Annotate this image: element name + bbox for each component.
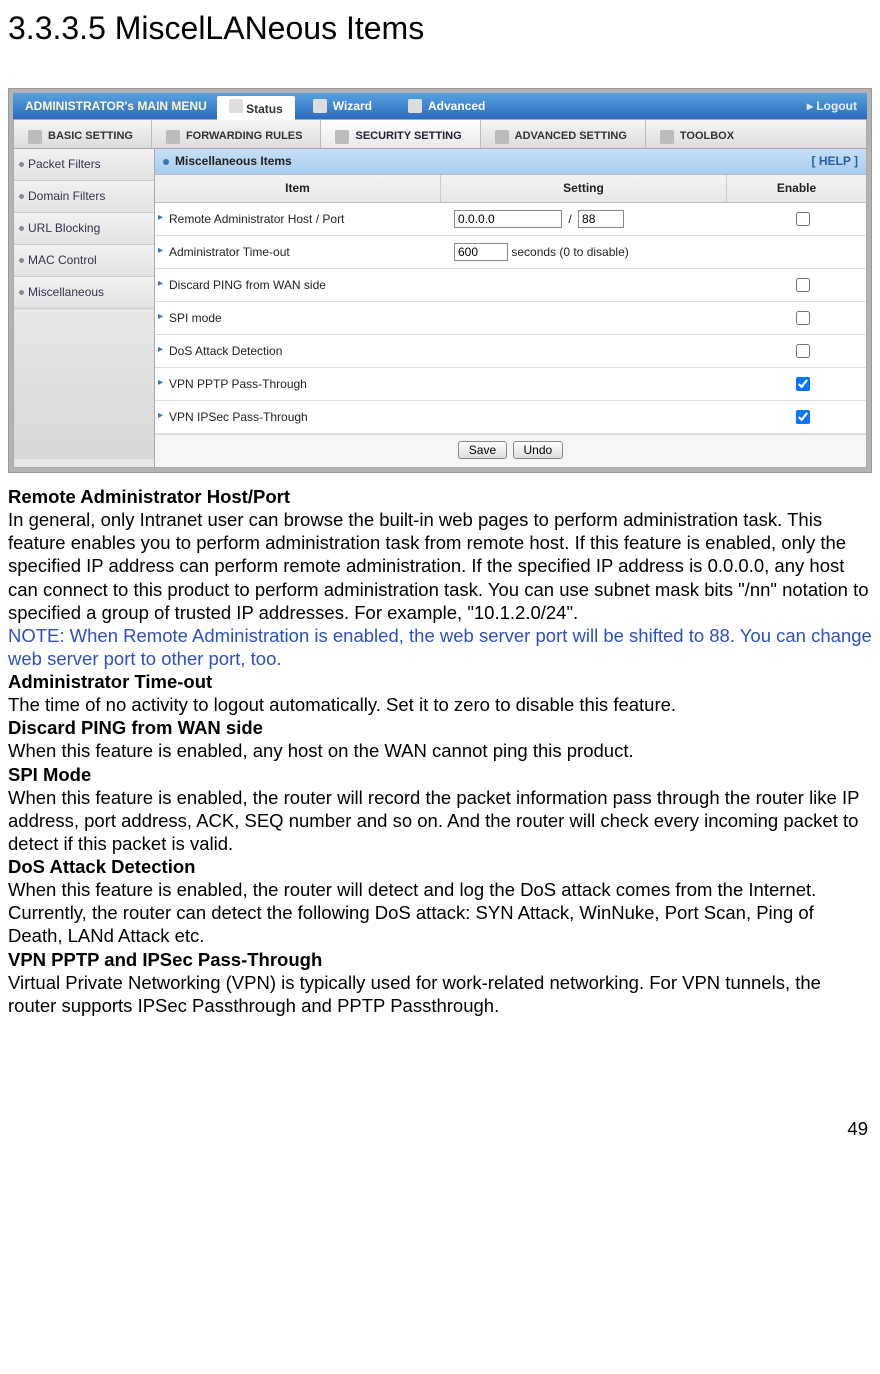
h-discard-ping: Discard PING from WAN side — [8, 716, 872, 739]
label-spi-mode: SPI mode — [155, 311, 454, 326]
misc-items-panel: Miscellaneous Items [ HELP ] Item Settin… — [155, 149, 867, 468]
col-setting: Setting — [440, 175, 726, 202]
p-spi-mode: When this feature is enabled, the router… — [8, 786, 872, 855]
subnav-security-label: SECURITY SETTING — [355, 130, 461, 144]
label-remote-admin: Remote Administrator Host / Port — [155, 212, 454, 227]
tab-wizard[interactable]: Wizard — [313, 99, 372, 114]
h-remote-admin: Remote Administrator Host/Port — [8, 485, 872, 508]
subnav-toolbox-label: TOOLBOX — [680, 130, 734, 144]
basic-icon — [28, 130, 42, 144]
subnav-adv-label: ADVANCED SETTING — [515, 130, 627, 144]
subnav-toolbox[interactable]: TOOLBOX — [646, 120, 752, 148]
remote-port-input[interactable] — [578, 210, 624, 228]
note-remote-admin: NOTE: When Remote Administration is enab… — [8, 624, 872, 670]
top-menu-bar: ADMINISTRATOR's MAIN MENU Status Wizard … — [13, 93, 867, 119]
wizard-icon — [313, 99, 327, 113]
vpn-pptp-checkbox[interactable] — [796, 377, 810, 391]
adv-icon — [495, 130, 509, 144]
p-vpn-pass: Virtual Private Networking (VPN) is typi… — [8, 971, 872, 1017]
remote-ip-input[interactable] — [454, 210, 562, 228]
label-vpn-pptp: VPN PPTP Pass-Through — [155, 377, 454, 392]
router-admin-screenshot: ADMINISTRATOR's MAIN MENU Status Wizard … — [8, 88, 872, 473]
explanatory-text: Remote Administrator Host/Port In genera… — [8, 485, 872, 1017]
label-dos-detect: DoS Attack Detection — [155, 344, 454, 359]
row-vpn-pptp: VPN PPTP Pass-Through — [155, 368, 866, 401]
remote-sep: / — [568, 212, 571, 226]
logout-label: Logout — [816, 99, 857, 113]
row-discard-ping: Discard PING from WAN side — [155, 269, 866, 302]
tab-advanced-label: Advanced — [428, 99, 485, 114]
tab-wizard-label: Wizard — [333, 99, 372, 114]
discard-ping-checkbox[interactable] — [796, 278, 810, 292]
row-spi-mode: SPI mode — [155, 302, 866, 335]
label-admin-timeout: Administrator Time-out — [155, 245, 454, 260]
page-number: 49 — [8, 1117, 872, 1140]
label-vpn-ipsec: VPN IPSec Pass-Through — [155, 410, 454, 425]
timeout-suffix: seconds (0 to disable) — [511, 245, 628, 259]
tab-advanced[interactable]: Advanced — [408, 99, 485, 114]
sidebar-item-domain-filters[interactable]: Domain Filters — [14, 181, 154, 213]
subnav-basic-setting[interactable]: BASIC SETTING — [14, 120, 152, 148]
sidebar-item-packet-filters[interactable]: Packet Filters — [14, 149, 154, 181]
h-spi-mode: SPI Mode — [8, 763, 872, 786]
h-admin-timeout: Administrator Time-out — [8, 670, 872, 693]
subnav-security-setting[interactable]: SECURITY SETTING — [321, 120, 480, 148]
subnav-forwarding-rules[interactable]: FORWARDING RULES — [152, 120, 322, 148]
timeout-input[interactable] — [454, 243, 508, 261]
spi-mode-checkbox[interactable] — [796, 311, 810, 325]
sidebar-item-url-blocking[interactable]: URL Blocking — [14, 213, 154, 245]
subnav-basic-label: BASIC SETTING — [48, 130, 133, 144]
p-dos-detect: When this feature is enabled, the router… — [8, 878, 872, 947]
p-remote-admin: In general, only Intranet user can brows… — [8, 508, 872, 624]
undo-button[interactable]: Undo — [513, 441, 564, 459]
main-menu-label: ADMINISTRATOR's MAIN MENU — [13, 99, 217, 114]
p-discard-ping: When this feature is enabled, any host o… — [8, 739, 872, 762]
row-admin-timeout: Administrator Time-out seconds (0 to dis… — [155, 236, 866, 269]
forwarding-icon — [166, 130, 180, 144]
security-icon — [335, 130, 349, 144]
subnav-advanced-setting[interactable]: ADVANCED SETTING — [481, 120, 646, 148]
save-button[interactable]: Save — [458, 441, 507, 459]
advanced-icon — [408, 99, 422, 113]
col-enable: Enable — [726, 175, 866, 202]
label-discard-ping: Discard PING from WAN side — [155, 278, 454, 293]
vpn-ipsec-checkbox[interactable] — [796, 410, 810, 424]
sidebar-item-miscellaneous[interactable]: Miscellaneous — [14, 277, 154, 309]
security-sidebar: Packet Filters Domain Filters URL Blocki… — [13, 149, 155, 468]
row-remote-admin: Remote Administrator Host / Port / — [155, 203, 866, 236]
tab-status[interactable]: Status — [217, 96, 295, 120]
col-item: Item — [155, 175, 440, 202]
panel-title: Miscellaneous Items — [163, 154, 292, 169]
tab-status-label: Status — [246, 102, 283, 116]
h-vpn-pass: VPN PPTP and IPSec Pass-Through — [8, 948, 872, 971]
row-dos-detect: DoS Attack Detection — [155, 335, 866, 368]
subnav-forwarding-label: FORWARDING RULES — [186, 130, 303, 144]
logout-link[interactable]: ▸ Logout — [807, 99, 857, 114]
h-dos-detect: DoS Attack Detection — [8, 855, 872, 878]
sidebar-item-mac-control[interactable]: MAC Control — [14, 245, 154, 277]
p-admin-timeout: The time of no activity to logout automa… — [8, 693, 872, 716]
action-bar: Save Undo — [155, 434, 866, 467]
help-link[interactable]: [ HELP ] — [812, 154, 858, 169]
row-vpn-ipsec: VPN IPSec Pass-Through — [155, 401, 866, 434]
section-heading: 3.3.3.5 MiscelLANeous Items — [8, 8, 872, 48]
status-icon — [229, 99, 243, 113]
dos-detect-checkbox[interactable] — [796, 344, 810, 358]
sub-nav-bar: BASIC SETTING FORWARDING RULES SECURITY … — [13, 119, 867, 149]
toolbox-icon — [660, 130, 674, 144]
remote-enable-checkbox[interactable] — [796, 212, 810, 226]
table-header: Item Setting Enable — [155, 174, 866, 203]
